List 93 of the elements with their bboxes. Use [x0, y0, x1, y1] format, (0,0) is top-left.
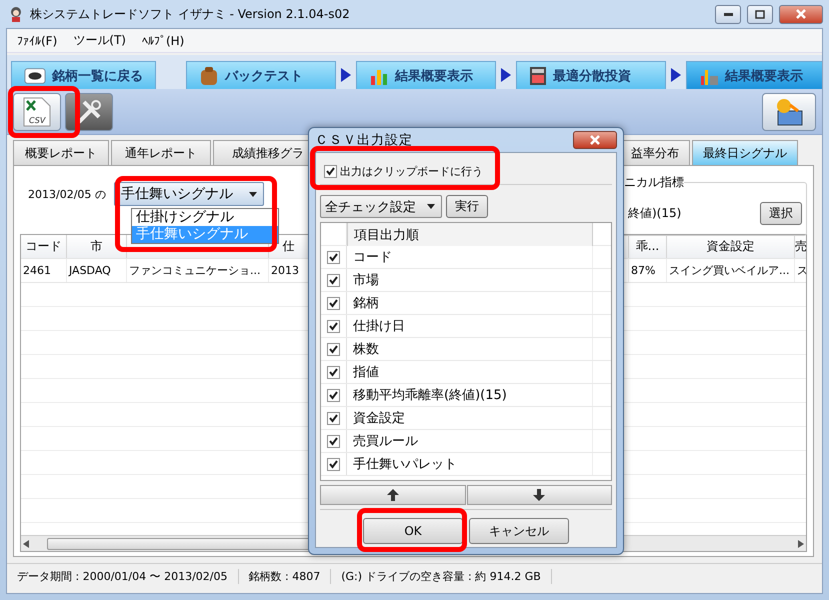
- check-icon: [328, 436, 339, 446]
- check-icon: [328, 390, 339, 400]
- table-cell: 87%: [629, 259, 667, 282]
- check-icon: [328, 366, 339, 378]
- nav-tab[interactable]: 最適分散投資: [516, 61, 666, 89]
- scroll-left-icon[interactable]: [23, 540, 29, 548]
- table-cell: スイング買いベイルア...: [667, 259, 795, 282]
- window-title: 株システムトレードソフト イザナミ - Version 2.1.04-s02: [30, 6, 351, 22]
- check-icon: [328, 344, 339, 354]
- move-down-button[interactable]: [466, 485, 612, 505]
- csv-export-button[interactable]: CSV: [13, 92, 61, 130]
- indicator-value: 終値)(15): [628, 204, 682, 222]
- play-icon: [499, 67, 513, 83]
- item-label: 資金設定: [347, 407, 593, 429]
- table-cell: JASDAQ: [67, 259, 127, 282]
- group-title: ニカル指標: [624, 174, 684, 191]
- run-button[interactable]: 実行: [446, 195, 488, 218]
- caret-icon: [248, 192, 257, 196]
- app-logo-icon: [8, 6, 24, 22]
- check-icon: [328, 252, 339, 262]
- nav-tab[interactable]: 銘柄一覧に戻る: [11, 61, 156, 89]
- close-icon: [589, 135, 601, 145]
- arrow-down-icon: [532, 488, 546, 502]
- table-cell: 2461: [21, 259, 67, 282]
- tools-button[interactable]: [65, 92, 113, 130]
- play-icon: [339, 67, 353, 83]
- item-checkbox[interactable]: [327, 366, 340, 378]
- check-icon: [328, 412, 339, 424]
- signal-dropdown[interactable]: 手仕舞いシグナル: [114, 182, 264, 206]
- close-button[interactable]: [779, 4, 823, 24]
- check-icon: [328, 320, 339, 332]
- maximize-icon: [755, 10, 765, 18]
- check-icon: [328, 458, 339, 470]
- column-header: コード: [21, 235, 67, 258]
- item-label: 移動平均乖離率(終値)(15): [347, 384, 593, 406]
- column-header: 資金設定: [667, 235, 795, 258]
- item-checkbox[interactable]: [327, 434, 340, 448]
- item-checkbox[interactable]: [327, 388, 340, 402]
- column-header: 市: [67, 235, 127, 258]
- item-label: 株数: [347, 338, 593, 360]
- check-icon: [328, 274, 339, 286]
- item-checkbox[interactable]: [327, 250, 340, 264]
- close-button[interactable]: [573, 131, 617, 149]
- cancel-button[interactable]: キャンセル: [469, 518, 569, 544]
- report-tab[interactable]: 通年レポート: [111, 140, 211, 165]
- bag-icon: [199, 66, 219, 86]
- item-label: 仕掛け日: [347, 315, 593, 337]
- nav-tab[interactable]: 結果概要表示: [686, 61, 822, 89]
- column-header: 項目出力順: [347, 223, 593, 246]
- date-label: 2013/02/05 の: [28, 186, 106, 202]
- status-text: (G:) ドライブの空き容量 : 約 914.2 GB: [331, 569, 552, 584]
- select-button[interactable]: 選択: [760, 202, 802, 224]
- money-chest-button[interactable]: [762, 92, 816, 130]
- item-label: 指値: [347, 361, 593, 383]
- column-header: 乖...: [629, 235, 667, 258]
- item-checkbox[interactable]: [327, 296, 340, 310]
- table-cell: ファンコミュニケーショ...: [127, 259, 269, 282]
- item-checkbox[interactable]: [327, 458, 340, 470]
- maximize-button[interactable]: [747, 4, 773, 24]
- item-label: 売買ルール: [347, 430, 593, 452]
- preset-dropdown[interactable]: 全チェック設定: [320, 195, 442, 218]
- menu-item[interactable]: ﾍﾙﾌﾟ(H): [136, 32, 190, 50]
- menu-item[interactable]: ﾌｧｲﾙ(F): [11, 32, 64, 50]
- scroll-right-icon[interactable]: [798, 540, 804, 548]
- minimize-button[interactable]: [715, 4, 741, 24]
- highlight-frame: [8, 86, 80, 138]
- arrow-up-icon: [386, 488, 400, 502]
- item-checkbox[interactable]: [327, 342, 340, 356]
- item-label: 銘柄: [347, 292, 593, 314]
- clipboard-checkbox[interactable]: 出力はクリップボードに行う: [324, 164, 483, 179]
- item-label: 手仕舞いパレット: [347, 453, 593, 475]
- report-tab[interactable]: 最終日シグナル: [692, 140, 798, 165]
- report-tab[interactable]: 概要レポート: [13, 140, 109, 165]
- nav-tab[interactable]: バックテスト: [186, 61, 336, 89]
- status-text: 銘柄数 : 4807: [238, 569, 332, 584]
- menu-item[interactable]: ツール(T): [67, 30, 132, 51]
- play-icon: [669, 67, 683, 83]
- item-checkbox[interactable]: [327, 412, 340, 424]
- calculator-icon: [529, 66, 547, 86]
- caret-icon: [427, 204, 435, 209]
- nav-tab[interactable]: 結果概要表示: [356, 61, 496, 89]
- eye-icon: [24, 66, 46, 84]
- item-label: コード: [347, 246, 593, 268]
- move-up-button[interactable]: [320, 485, 466, 505]
- status-text: データ期間 : 2000/01/04 〜 2013/02/05: [7, 569, 238, 584]
- minimize-icon: [724, 12, 732, 16]
- ok-button[interactable]: OK: [363, 518, 463, 544]
- item-checkbox[interactable]: [327, 320, 340, 332]
- item-checkbox[interactable]: [327, 274, 340, 286]
- item-label: 市場: [347, 269, 593, 291]
- close-icon: [795, 9, 807, 19]
- check-icon: [328, 298, 339, 308]
- check-icon: [325, 166, 336, 177]
